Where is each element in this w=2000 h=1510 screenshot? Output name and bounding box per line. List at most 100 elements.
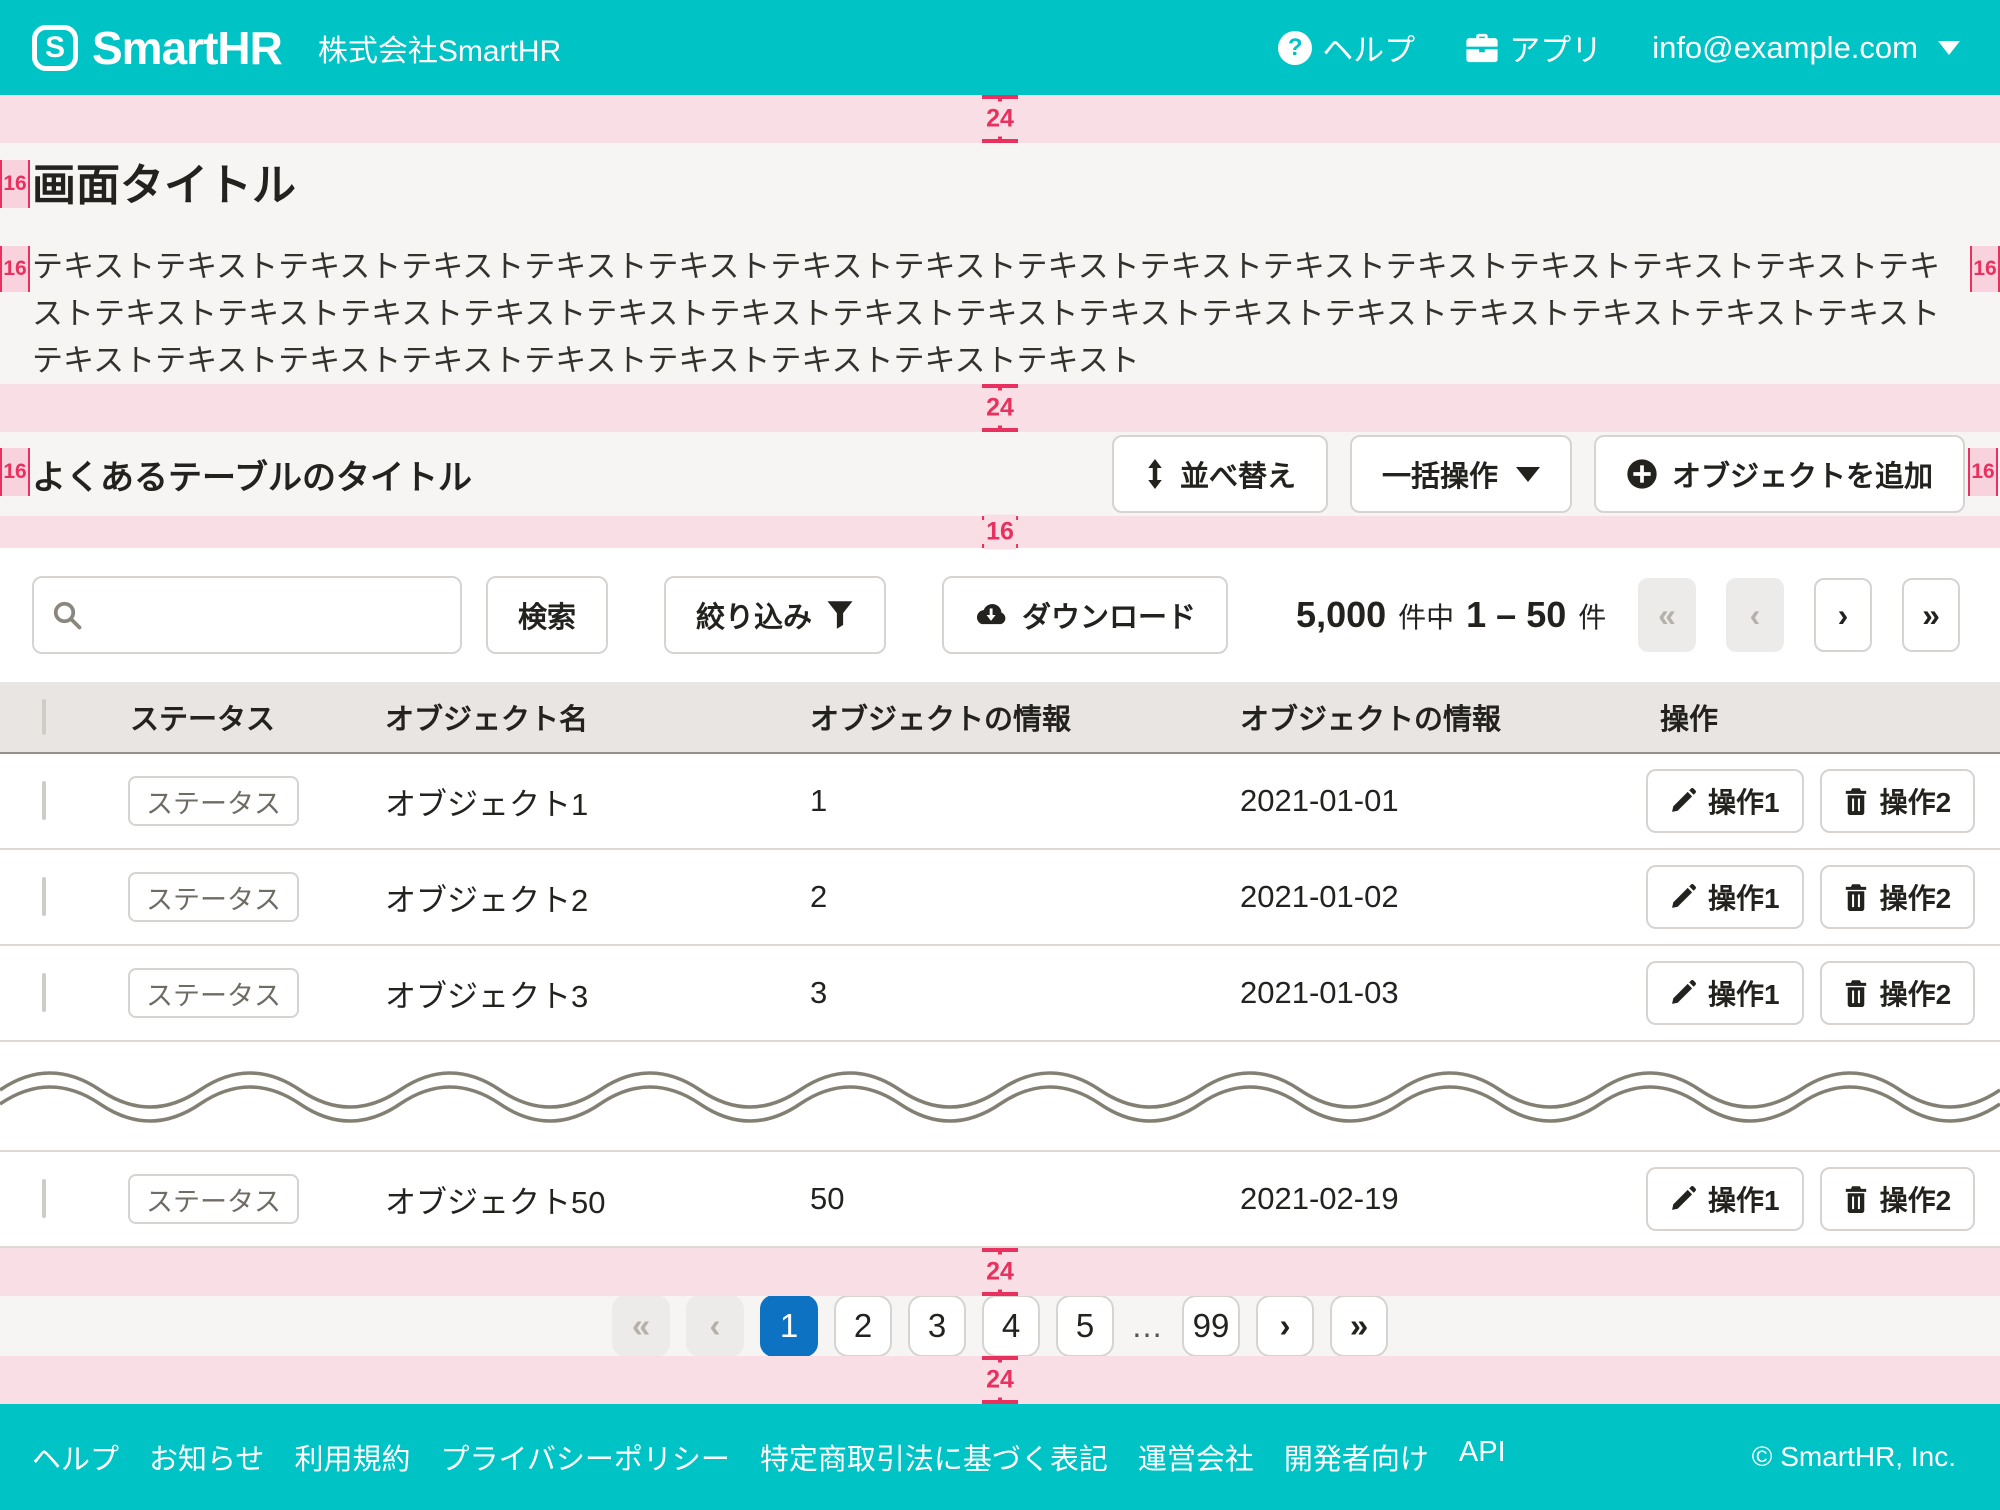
object-name: オブジェクト50 — [365, 1177, 790, 1222]
page-button-5[interactable]: 5 — [1056, 1295, 1114, 1357]
first-page-button[interactable]: « — [612, 1295, 670, 1357]
table-toolbar: 検索 絞り込み ダウンロード 5,000 件中 1 – 50 件 « ‹ › » — [0, 548, 2000, 682]
sort-button[interactable]: 並べ替え — [1112, 435, 1328, 513]
edit-button-label: 操作1 — [1708, 973, 1780, 1013]
object-date: 2021-02-19 — [1220, 1181, 1640, 1217]
page-button-4[interactable]: 4 — [982, 1295, 1040, 1357]
smarthr-logo[interactable]: S SmartHR — [32, 21, 282, 75]
row-checkbox[interactable] — [42, 877, 46, 916]
status-badge: ステータス — [128, 872, 299, 922]
status-badge: ステータス — [128, 776, 299, 826]
measure-24-section: 24 — [982, 384, 1018, 432]
prev-page-button[interactable]: ‹ — [686, 1295, 744, 1357]
row-checkbox[interactable] — [42, 781, 46, 820]
object-name: オブジェクト1 — [365, 779, 790, 824]
last-page-button[interactable]: » — [1902, 578, 1960, 652]
page-button-99[interactable]: 99 — [1182, 1295, 1240, 1357]
measure-16-card: 16 — [982, 516, 1018, 548]
search-input[interactable] — [94, 599, 455, 631]
column-header-status: ステータス — [110, 696, 365, 738]
result-count: 5,000 件中 1 – 50 件 — [1296, 594, 1606, 636]
add-object-button[interactable]: オブジェクトを追加 — [1594, 435, 1965, 513]
delete-button[interactable]: 操作2 — [1820, 961, 1976, 1025]
page-title: 画面タイトル — [32, 157, 1968, 215]
account-email: info@example.com — [1652, 30, 1918, 66]
delete-button-label: 操作2 — [1880, 781, 1952, 821]
page-button-2[interactable]: 2 — [834, 1295, 892, 1357]
count-range-unit: 件 — [1578, 596, 1606, 636]
prev-page-button[interactable]: ‹ — [1726, 578, 1784, 652]
pagination: « ‹ 1 2 3 4 5 … 99 › » — [0, 1296, 2000, 1356]
edit-button-label: 操作1 — [1708, 877, 1780, 917]
last-page-button[interactable]: » — [1330, 1295, 1388, 1357]
footer-link-privacy[interactable]: プライバシーポリシー — [440, 1436, 729, 1478]
plus-circle-icon — [1626, 458, 1658, 490]
trash-icon — [1844, 883, 1868, 911]
delete-button[interactable]: 操作2 — [1820, 769, 1976, 833]
measure-24-pagination-bottom: 24 — [982, 1356, 1018, 1404]
status-badge: ステータス — [128, 968, 299, 1018]
edit-button-label: 操作1 — [1708, 1179, 1780, 1219]
object-info: 1 — [790, 783, 1220, 819]
edit-button[interactable]: 操作1 — [1646, 961, 1804, 1025]
edit-button[interactable]: 操作1 — [1646, 1167, 1804, 1231]
row-checkbox[interactable] — [42, 973, 46, 1012]
page-button-1[interactable]: 1 — [760, 1295, 818, 1357]
logo-wordmark: SmartHR — [92, 21, 282, 75]
measure-16-table-title-left: 16 — [0, 448, 30, 496]
apps-button[interactable]: アプリ — [1465, 25, 1602, 70]
delete-button[interactable]: 操作2 — [1820, 865, 1976, 929]
next-page-button[interactable]: › — [1814, 578, 1872, 652]
account-menu[interactable]: info@example.com — [1652, 30, 1960, 66]
footer-link-commerce[interactable]: 特定商取引法に基づく表記 — [760, 1436, 1108, 1478]
object-name: オブジェクト2 — [365, 875, 790, 920]
pencil-icon — [1670, 1186, 1696, 1212]
search-submit-button[interactable]: 検索 — [486, 576, 608, 654]
search-box[interactable] — [32, 576, 462, 654]
page-description: テキストテキストテキストテキストテキストテキストテキストテキストテキストテキスト… — [32, 243, 1968, 384]
app-footer: ヘルプ お知らせ 利用規約 プライバシーポリシー 特定商取引法に基づく表記 運営… — [0, 1404, 2000, 1510]
spacing-band-section: 24 — [0, 384, 2000, 432]
edit-button[interactable]: 操作1 — [1646, 865, 1804, 929]
object-date: 2021-01-01 — [1220, 783, 1640, 819]
filter-button[interactable]: 絞り込み — [664, 576, 886, 654]
measure-16-title-left: 16 — [0, 160, 30, 208]
footer-link-terms[interactable]: 利用規約 — [294, 1436, 410, 1478]
select-all-checkbox[interactable] — [42, 699, 46, 735]
copyright: © SmartHR, Inc. — [1752, 1441, 1956, 1473]
download-button[interactable]: ダウンロード — [942, 576, 1228, 654]
object-info: 50 — [790, 1181, 1220, 1217]
footer-link-company[interactable]: 運営会社 — [1138, 1436, 1254, 1478]
table-title-row: よくあるテーブルのタイトル 並べ替え 一括操作 オブジェクトを追加 — [0, 432, 2000, 516]
table-row: ステータス オブジェクト1 1 2021-01-01 操作1 操作2 — [0, 754, 2000, 850]
logo-letter: S — [45, 31, 65, 65]
toolbar-pager: « ‹ › » — [1638, 578, 1960, 652]
footer-link-api[interactable]: API — [1459, 1436, 1506, 1478]
briefcase-icon — [1465, 32, 1499, 64]
footer-link-news[interactable]: お知らせ — [149, 1436, 264, 1478]
spacing-band-pagination-bottom: 24 — [0, 1356, 2000, 1404]
spacing-band-header: 24 — [0, 95, 2000, 143]
next-page-button[interactable]: › — [1256, 1295, 1314, 1357]
row-checkbox[interactable] — [42, 1179, 46, 1218]
edit-button[interactable]: 操作1 — [1646, 769, 1804, 833]
delete-button-label: 操作2 — [1880, 973, 1952, 1013]
object-name: オブジェクト3 — [365, 971, 790, 1016]
footer-link-developers[interactable]: 開発者向け — [1284, 1436, 1429, 1478]
edit-button-label: 操作1 — [1708, 781, 1780, 821]
column-header-name: オブジェクト名 — [365, 696, 790, 738]
count-total: 5,000 — [1296, 594, 1386, 636]
filter-label: 絞り込み — [696, 594, 812, 636]
spacing-band-card: 16 — [0, 516, 2000, 548]
column-header-actions: 操作 — [1640, 696, 2000, 738]
first-page-button[interactable]: « — [1638, 578, 1696, 652]
object-info: 2 — [790, 879, 1220, 915]
footer-link-help[interactable]: ヘルプ — [32, 1436, 119, 1478]
pencil-icon — [1670, 884, 1696, 910]
help-button[interactable]: ? ヘルプ — [1278, 25, 1415, 70]
bulk-action-button[interactable]: 一括操作 — [1350, 435, 1572, 513]
search-submit-label: 検索 — [518, 594, 576, 636]
apps-label: アプリ — [1509, 25, 1602, 70]
page-button-3[interactable]: 3 — [908, 1295, 966, 1357]
delete-button[interactable]: 操作2 — [1820, 1167, 1976, 1231]
